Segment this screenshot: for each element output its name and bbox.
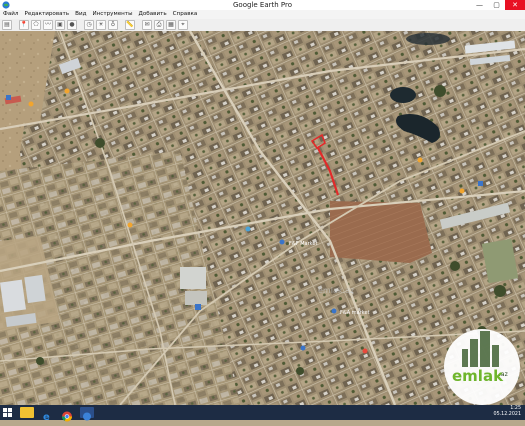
image-overlay-icon[interactable]: ▣	[55, 20, 65, 30]
system-tray-clock[interactable]: 1:25 05.12.2021	[494, 406, 521, 418]
windows-taskbar: e 1:25 05.12.2021	[0, 405, 525, 423]
ruler-icon[interactable]: 📏	[125, 20, 135, 30]
internet-explorer-icon[interactable]: e	[40, 407, 54, 423]
poi-marker[interactable]	[362, 348, 368, 354]
windows-start-icon[interactable]	[3, 408, 12, 417]
map-label-fa-market: F&A market	[340, 310, 370, 316]
poi-marker[interactable]	[417, 157, 423, 163]
google-earth-taskbar-icon[interactable]	[80, 407, 94, 421]
shop-icon[interactable]	[331, 308, 337, 314]
lake-north	[406, 33, 450, 45]
planets-icon[interactable]: ♁	[108, 20, 118, 30]
maximize-button[interactable]: ▢	[488, 0, 505, 10]
placemark-icon[interactable]: 📍	[19, 20, 29, 30]
email-icon[interactable]: ✉	[142, 20, 152, 30]
emlak-logo: emlak .az	[444, 329, 520, 405]
chrome-icon[interactable]	[60, 407, 74, 422]
shop-icon[interactable]	[279, 239, 285, 245]
map-canvas[interactable]: F&F Market emlak.az F&A market emlak .az	[0, 31, 525, 405]
toolbar-separator	[120, 20, 123, 30]
poi-marker[interactable]	[64, 88, 70, 94]
view-in-maps-icon[interactable]: ⌖	[178, 20, 188, 30]
minimize-button[interactable]: —	[471, 0, 488, 10]
toolbar-separator	[137, 20, 140, 30]
poi-marker[interactable]	[245, 226, 251, 232]
polygon-icon[interactable]: ⬠	[31, 20, 41, 30]
open-field	[330, 201, 432, 263]
window-title: Google Earth Pro	[232, 1, 292, 9]
bus-stop-icon[interactable]	[478, 181, 483, 186]
menu-view[interactable]: Вид	[72, 10, 89, 19]
poi-marker[interactable]	[127, 222, 133, 228]
poi-marker[interactable]	[459, 188, 465, 194]
historical-imagery-icon[interactable]: ◷	[84, 20, 94, 30]
map-label-emlak-watermark: emlak.az	[318, 286, 354, 295]
toolbar-separator	[14, 20, 17, 30]
emlak-brand-text: emlak	[452, 367, 504, 385]
menu-bar: Файл Редактировать Вид Инструменты Добав…	[0, 10, 525, 19]
poi-marker[interactable]	[28, 101, 34, 107]
svg-text:e: e	[43, 412, 50, 422]
menu-add[interactable]: Добавить	[135, 10, 169, 19]
sun-icon[interactable]: ☀	[96, 20, 106, 30]
save-image-icon[interactable]: ▦	[166, 20, 176, 30]
menu-edit[interactable]: Редактировать	[21, 10, 72, 19]
lake-small	[390, 87, 416, 103]
menu-tools[interactable]: Инструменты	[89, 10, 135, 19]
menu-file[interactable]: Файл	[0, 10, 21, 19]
satellite-map-view[interactable]: F&F Market emlak.az F&A market emlak .az	[0, 31, 525, 405]
bus-stop-icon[interactable]	[195, 304, 201, 310]
bus-stop-icon[interactable]	[6, 95, 11, 100]
menu-help[interactable]: Справка	[170, 10, 201, 19]
shop-icon[interactable]	[300, 345, 306, 351]
sidebar-toggle-icon[interactable]: ▤	[2, 20, 12, 30]
file-explorer-icon[interactable]	[20, 407, 34, 418]
clock-date: 05.12.2021	[493, 412, 521, 417]
toolbar-separator	[79, 20, 82, 30]
emlak-suffix-text: .az	[499, 371, 508, 378]
map-label-ff-market: F&F Market	[289, 241, 317, 247]
print-icon[interactable]: ⎙	[154, 20, 164, 30]
close-button[interactable]: ✕	[505, 0, 525, 10]
record-tour-icon[interactable]: ●	[67, 20, 77, 30]
path-icon[interactable]: 〰	[43, 20, 53, 30]
